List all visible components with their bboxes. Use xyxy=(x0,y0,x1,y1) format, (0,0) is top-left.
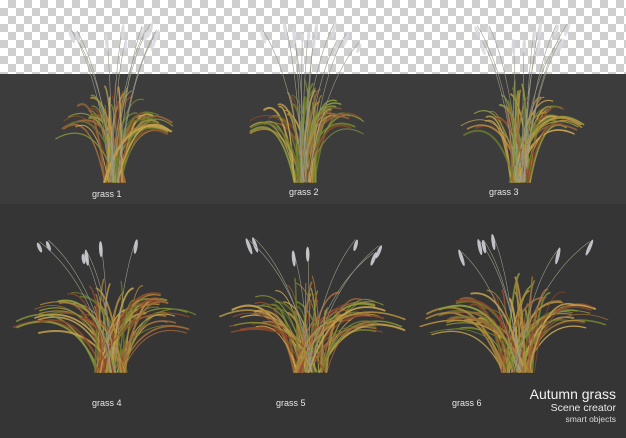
grass-1-label: grass 1 xyxy=(92,189,122,199)
seed-plume xyxy=(532,29,537,42)
seed-plume xyxy=(555,247,561,265)
seed-plume xyxy=(356,43,362,53)
grass-3-illustration xyxy=(460,21,585,184)
seed-plume xyxy=(98,241,103,258)
seed-plume xyxy=(300,32,305,43)
grass-5-label: grass 5 xyxy=(276,398,306,408)
grass-1-illustration xyxy=(55,21,174,184)
seed-plume xyxy=(458,249,465,267)
seed-plume xyxy=(474,26,480,38)
grass-blade xyxy=(249,126,296,183)
collection-subtitle: Scene creator xyxy=(550,402,616,414)
seed-plume xyxy=(522,38,527,53)
grass-2-label: grass 2 xyxy=(289,187,319,197)
seed-plume xyxy=(479,40,486,56)
seed-plume xyxy=(486,26,492,38)
collection-title: Autumn grass xyxy=(529,386,616,402)
seed-plume xyxy=(153,29,160,42)
seed-plume xyxy=(585,239,594,256)
grass-blade xyxy=(16,320,101,373)
grass-blade xyxy=(304,282,307,373)
composition-canvas: grass 1 grass 2 grass 3 grass 4 grass 5 … xyxy=(0,0,626,438)
seed-plume xyxy=(511,38,516,56)
seed-plume xyxy=(123,39,128,53)
seed-plume xyxy=(283,22,288,38)
grass-6-label: grass 6 xyxy=(452,398,482,408)
grass-4-illustration xyxy=(13,239,197,374)
collection-note: smart objects xyxy=(565,414,616,424)
title-block: Autumn grass Scene creator smart objects xyxy=(530,386,616,424)
seed-plume xyxy=(353,239,359,252)
grass-6-illustration xyxy=(419,233,609,374)
seed-plume xyxy=(260,30,267,44)
seed-plume xyxy=(564,23,571,37)
grass-3-label: grass 3 xyxy=(489,187,519,197)
grass-5-illustration xyxy=(219,237,406,374)
seed-plume xyxy=(291,250,296,267)
seed-plume xyxy=(104,33,109,51)
seed-plume xyxy=(375,245,383,259)
grass-blade xyxy=(431,330,504,373)
grass-2-illustration xyxy=(249,21,365,184)
seed-plume xyxy=(537,21,542,40)
seed-plume xyxy=(305,246,310,262)
grass-4-label: grass 4 xyxy=(92,398,122,408)
seed-plume xyxy=(306,31,311,42)
